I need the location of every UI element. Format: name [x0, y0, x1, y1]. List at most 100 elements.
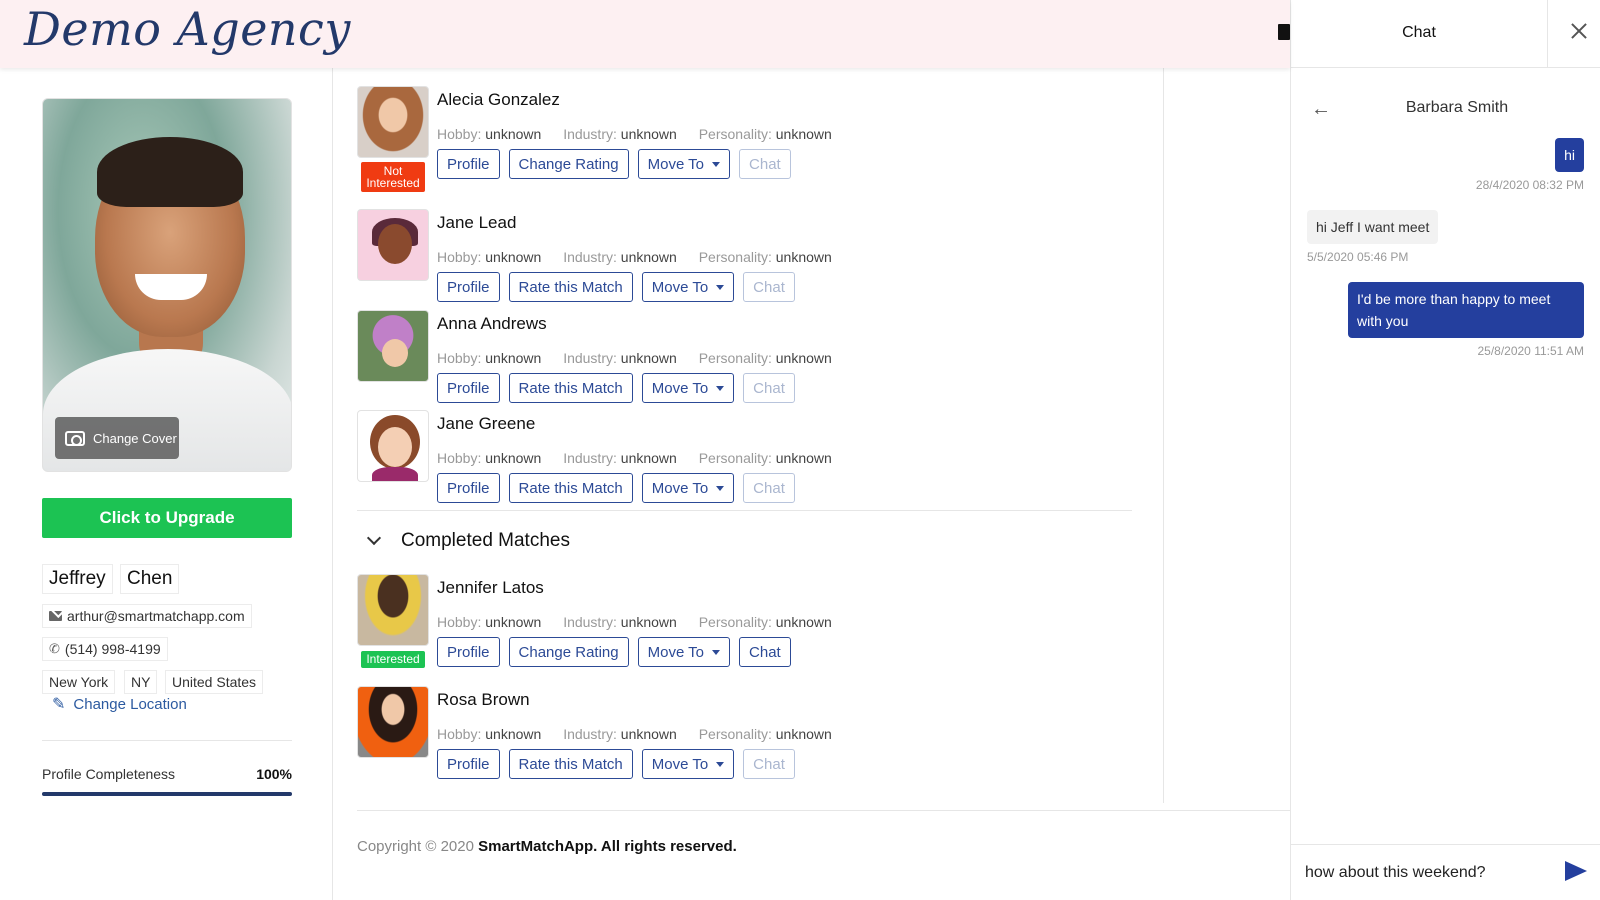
match-avatar[interactable]	[357, 310, 429, 382]
rate-match-button[interactable]: Rate this Match	[508, 272, 633, 302]
move-to-label: Move To	[651, 755, 709, 773]
industry-label: Industry:	[563, 350, 617, 366]
chat-button[interactable]: Chat	[743, 749, 795, 779]
first-name-field[interactable]: Jeffrey	[42, 564, 113, 594]
hobby-value: unknown	[485, 726, 542, 742]
hobby-value: unknown	[485, 350, 542, 366]
move-to-dropdown[interactable]: Move To	[641, 473, 735, 503]
personality-value: unknown	[775, 450, 832, 466]
bookmark-icon[interactable]	[1278, 24, 1290, 40]
match-meta: Hobby: unknown Industry: unknown Persona…	[437, 350, 850, 366]
chat-panel: Chat ← Barbara Smith hi 28/4/2020 08:32 …	[1290, 0, 1600, 900]
footer: Copyright © 2020 SmartMatchApp. All righ…	[357, 838, 737, 855]
state-field[interactable]: NY	[124, 670, 158, 694]
copyright-brand: SmartMatchApp. All rights reserved.	[478, 838, 737, 855]
change-cover-button[interactable]: Change Cover	[55, 417, 179, 459]
chevron-down-icon	[366, 530, 382, 546]
chat-button[interactable]: Chat	[743, 272, 795, 302]
chat-button[interactable]: Chat	[739, 637, 791, 667]
chat-button[interactable]: Chat	[743, 373, 795, 403]
hobby-value: unknown	[485, 614, 542, 630]
profile-button[interactable]: Profile	[437, 637, 500, 667]
move-to-dropdown[interactable]: Move To	[637, 149, 731, 179]
completeness-progress-bar	[42, 792, 292, 796]
profile-button[interactable]: Profile	[437, 272, 500, 302]
hobby-label: Hobby:	[437, 126, 482, 142]
match-name[interactable]: Jane Greene	[437, 414, 535, 434]
hobby-value: unknown	[485, 249, 542, 265]
move-to-label: Move To	[651, 278, 709, 296]
match-avatar[interactable]	[357, 209, 429, 281]
match-actions: Profile Rate this Match Move To Chat	[437, 473, 795, 503]
industry-label: Industry:	[563, 126, 617, 142]
profile-button[interactable]: Profile	[437, 373, 500, 403]
move-to-label: Move To	[647, 643, 705, 661]
caret-down-icon	[712, 161, 721, 167]
message-timestamp: 28/4/2020 08:32 PM	[1475, 178, 1584, 192]
change-rating-button[interactable]: Change Rating	[508, 637, 629, 667]
chat-button[interactable]: Chat	[743, 473, 795, 503]
industry-value: unknown	[620, 726, 677, 742]
change-rating-button[interactable]: Change Rating	[508, 149, 629, 179]
match-avatar[interactable]	[357, 574, 429, 646]
profile-sidebar: Change Cover Click to Upgrade Jeffrey Ch…	[0, 68, 333, 900]
chat-message-input[interactable]	[1305, 859, 1555, 887]
completed-matches-toggle[interactable]: Completed Matches	[366, 530, 570, 552]
profile-button[interactable]: Profile	[437, 749, 500, 779]
hobby-label: Hobby:	[437, 614, 482, 630]
caret-down-icon	[712, 649, 721, 655]
match-name[interactable]: Anna Andrews	[437, 314, 547, 334]
phone-field[interactable]: ✆ (514) 998-4199	[42, 637, 168, 661]
move-to-dropdown[interactable]: Move To	[641, 373, 735, 403]
match-meta: Hobby: unknown Industry: unknown Persona…	[437, 726, 850, 742]
completed-matches-title: Completed Matches	[401, 530, 570, 551]
match-avatar[interactable]	[357, 86, 429, 158]
rate-match-button[interactable]: Rate this Match	[508, 473, 633, 503]
city-field[interactable]: New York	[42, 670, 116, 694]
hobby-label: Hobby:	[437, 726, 482, 742]
avatar-face	[378, 427, 412, 467]
upgrade-button[interactable]: Click to Upgrade	[42, 498, 292, 538]
avatar-face	[382, 339, 408, 367]
move-to-dropdown[interactable]: Move To	[641, 272, 735, 302]
industry-label: Industry:	[563, 614, 617, 630]
envelope-icon	[49, 611, 62, 621]
section-divider	[357, 510, 1132, 511]
move-to-dropdown[interactable]: Move To	[637, 637, 731, 667]
rate-match-button[interactable]: Rate this Match	[508, 373, 633, 403]
agency-logo[interactable]: Demo Agency	[24, 2, 351, 56]
move-to-dropdown[interactable]: Move To	[641, 749, 735, 779]
avatar-face	[378, 224, 412, 264]
profile-button[interactable]: Profile	[437, 149, 500, 179]
send-icon[interactable]	[1565, 861, 1587, 881]
caret-down-icon	[716, 761, 725, 767]
move-to-label: Move To	[647, 155, 705, 173]
match-name[interactable]: Rosa Brown	[437, 690, 530, 710]
match-name[interactable]: Alecia Gonzalez	[437, 90, 560, 110]
chat-message-out: I'd be more than happy to meet with you	[1348, 282, 1584, 338]
chat-button[interactable]: Chat	[739, 149, 791, 179]
personality-value: unknown	[775, 126, 832, 142]
country-field[interactable]: United States	[165, 670, 264, 694]
match-name[interactable]: Jennifer Latos	[437, 578, 544, 598]
industry-label: Industry:	[563, 450, 617, 466]
close-icon[interactable]	[1565, 18, 1593, 46]
change-location-link[interactable]: ✎ Change Location	[52, 694, 187, 714]
personality-label: Personality:	[698, 614, 772, 630]
match-actions: Profile Rate this Match Move To Chat	[437, 749, 795, 779]
last-name-field[interactable]: Chen	[120, 564, 180, 594]
rate-match-button[interactable]: Rate this Match	[508, 749, 633, 779]
match-avatar[interactable]	[357, 686, 429, 758]
personality-value: unknown	[775, 350, 832, 366]
match-avatar[interactable]	[357, 410, 429, 482]
cover-photo-hair	[97, 137, 243, 207]
industry-label: Industry:	[563, 249, 617, 265]
completeness-value: 100%	[256, 766, 292, 782]
profile-button[interactable]: Profile	[437, 473, 500, 503]
avatar-body	[372, 467, 418, 481]
email-field[interactable]: arthur@smartmatchapp.com	[42, 604, 252, 628]
match-actions: Profile Rate this Match Move To Chat	[437, 272, 795, 302]
change-cover-label: Change Cover	[93, 430, 177, 446]
match-name[interactable]: Jane Lead	[437, 213, 516, 233]
match-meta: Hobby: unknown Industry: unknown Persona…	[437, 450, 850, 466]
